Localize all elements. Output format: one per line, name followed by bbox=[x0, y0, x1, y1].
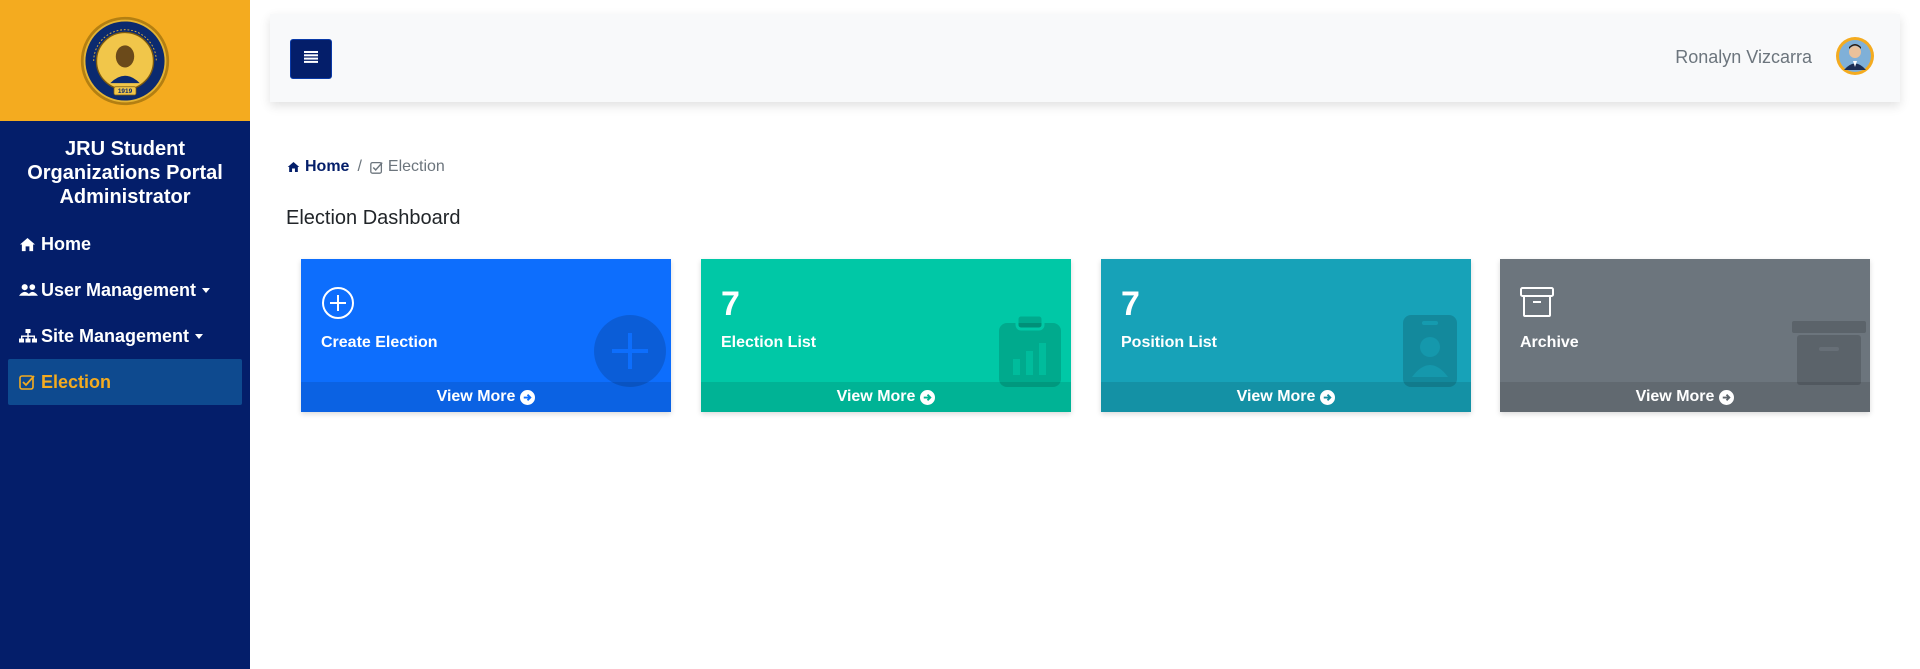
id-badge-icon bbox=[1403, 315, 1457, 392]
user-name[interactable]: Ronalyn Vizcarra bbox=[1675, 47, 1812, 68]
avatar[interactable] bbox=[1836, 37, 1874, 75]
sidebar: 1919 JRU Student Organizations Portal Ad… bbox=[0, 0, 250, 669]
card-create-election: Create Election View More bbox=[301, 259, 671, 412]
home-icon bbox=[19, 237, 41, 252]
card-count: 7 bbox=[1121, 285, 1140, 323]
card-label: Election List bbox=[721, 334, 817, 351]
breadcrumb-separator: / bbox=[357, 158, 362, 175]
view-more-link[interactable]: View More bbox=[1500, 382, 1870, 412]
archive-icon bbox=[1792, 321, 1866, 390]
arrow-circle-right-icon bbox=[520, 389, 536, 405]
sidebar-toggle-button[interactable] bbox=[290, 39, 332, 79]
sidebar-item-label: User Management bbox=[41, 279, 197, 300]
home-icon bbox=[287, 161, 300, 173]
users-icon bbox=[19, 283, 41, 297]
card-label: Create Election bbox=[321, 334, 438, 351]
plus-circle-icon bbox=[594, 315, 666, 392]
sidebar-item-label: Election bbox=[41, 371, 112, 392]
sidebar-item-label: Home bbox=[41, 233, 92, 254]
card-count: 7 bbox=[721, 285, 740, 323]
card-label: Position List bbox=[1121, 334, 1217, 351]
card-archive: Archive View More bbox=[1500, 259, 1870, 412]
clipboard-chart-icon bbox=[999, 313, 1061, 392]
chevron-down-icon bbox=[202, 287, 211, 293]
portal-title: JRU Student Organizations Portal Adminis… bbox=[27, 138, 223, 208]
chevron-down-icon bbox=[195, 333, 204, 339]
sidebar-item-election[interactable]: Election bbox=[8, 359, 242, 405]
arrow-circle-right-icon bbox=[1719, 389, 1735, 405]
card-election-list: 7 Election List View More bbox=[701, 259, 1071, 412]
view-more-link[interactable]: View More bbox=[701, 382, 1071, 412]
sidebar-item-site-management[interactable]: Site Management bbox=[8, 313, 242, 359]
card-body[interactable]: Archive bbox=[1500, 259, 1870, 385]
card-body[interactable]: Create Election bbox=[301, 259, 671, 387]
view-more-label: View More bbox=[1635, 388, 1715, 405]
logo-area: 1919 bbox=[0, 0, 250, 121]
sidebar-item-home[interactable]: Home bbox=[8, 221, 242, 267]
breadcrumb: Home / Election bbox=[287, 158, 445, 176]
arrow-circle-right-icon bbox=[1320, 389, 1336, 405]
view-more-label: View More bbox=[1236, 388, 1316, 405]
breadcrumb-current-label: Election bbox=[387, 158, 445, 175]
archive-icon bbox=[1520, 286, 1554, 323]
sidebar-nav: Home User Management Site Management Ele… bbox=[0, 221, 250, 405]
check-square-icon bbox=[370, 161, 383, 174]
sitemap-icon bbox=[19, 328, 41, 344]
hamburger-icon bbox=[304, 50, 318, 68]
card-body[interactable]: 7 Position List bbox=[1101, 259, 1471, 387]
arrow-circle-right-icon bbox=[920, 389, 936, 405]
breadcrumb-home-link[interactable]: Home bbox=[287, 158, 349, 176]
page-title: Election Dashboard bbox=[286, 207, 461, 229]
university-seal-logo: 1919 bbox=[80, 16, 170, 105]
card-body[interactable]: 7 Election List bbox=[701, 259, 1071, 387]
breadcrumb-current: Election bbox=[370, 158, 445, 176]
check-square-icon bbox=[19, 374, 41, 390]
top-navbar: Ronalyn Vizcarra bbox=[270, 14, 1900, 102]
view-more-link[interactable]: View More bbox=[1101, 382, 1471, 412]
plus-circle-icon bbox=[321, 286, 355, 325]
view-more-link[interactable]: View More bbox=[301, 382, 671, 412]
sidebar-item-label: Site Management bbox=[41, 325, 190, 346]
card-label: Archive bbox=[1520, 334, 1579, 351]
view-more-label: View More bbox=[436, 388, 516, 405]
card-position-list: 7 Position List View More bbox=[1101, 259, 1471, 412]
seal-year: 1919 bbox=[118, 88, 133, 95]
sidebar-item-user-management[interactable]: User Management bbox=[8, 267, 242, 313]
view-more-label: View More bbox=[836, 388, 916, 405]
breadcrumb-home-label: Home bbox=[305, 158, 350, 175]
